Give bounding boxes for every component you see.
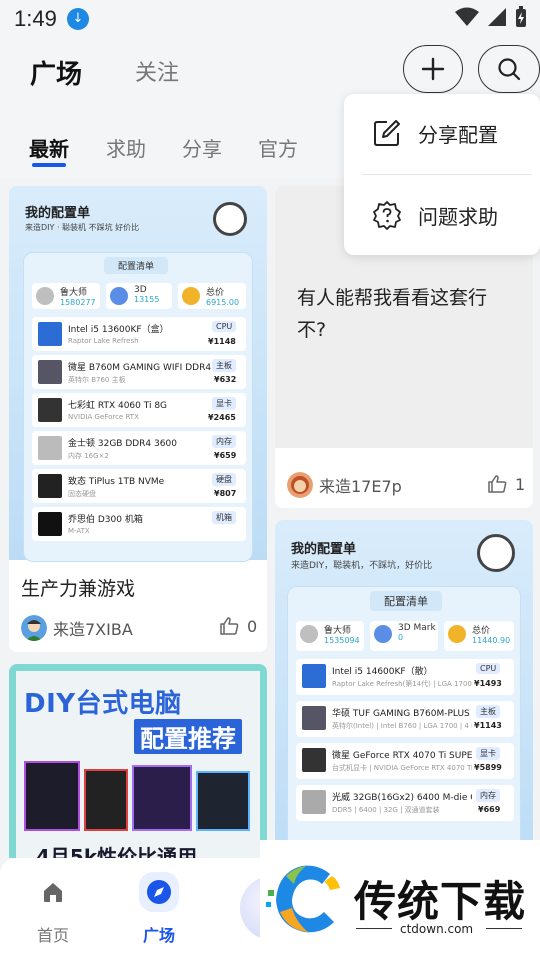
qr-code xyxy=(213,202,247,236)
config-panel: 配置清单 鲁大师 1580277 3D 13155 总价 6915.00 Intel … xyxy=(23,252,253,562)
tab-follow[interactable]: 关注 xyxy=(135,55,179,87)
poster-heading: 我的配置单 xyxy=(25,206,91,221)
poster-heading: 我的配置单 xyxy=(291,542,357,557)
thumbs-up-icon xyxy=(220,617,239,635)
config-row: 华硕 TUF GAMING B760M-PLUS II 重英特尔(Intel) … xyxy=(296,701,514,737)
config-row: 金士顿 32GB DDR4 3600 内存 16G×2 内存 ¥659 xyxy=(32,431,246,465)
status-time: 1:49 xyxy=(14,6,57,31)
watermark-text: 传统下载 xyxy=(354,877,527,926)
author-name: 来造17E7p xyxy=(319,477,402,496)
poster-subtitle: 来造DIY · 聪装机 不踩坑 好价比 xyxy=(25,223,140,232)
nav-square-label: 广场 xyxy=(142,926,175,945)
thumbs-up-icon xyxy=(488,475,507,493)
menu-divider xyxy=(362,174,532,175)
pc-cases-image xyxy=(24,761,254,831)
config-row: 微星 B760M GAMING WIFI DDR4 英特尔 B760 主板 主板 ¥6… xyxy=(32,355,246,389)
home-icon xyxy=(44,883,62,902)
watermark-logo xyxy=(266,865,340,933)
compass-icon xyxy=(147,880,171,904)
menu-item-share-config[interactable]: 分享配置 xyxy=(344,94,540,172)
avatar xyxy=(21,615,47,641)
category-tabs: 最新 求助 分享 官方 xyxy=(0,130,340,170)
page-title: 广场 xyxy=(30,60,83,90)
config-row: 致态 TiPlus 1TB NVMe 固态硬盘 硬盘 ¥807 xyxy=(32,469,246,503)
like-count: 0 xyxy=(247,616,258,636)
post-image: 我的配置单 来造DIY，聪装机，不踩坑，好价比 配置清单 鲁大师 1535094 … xyxy=(275,520,533,858)
config-row: 光威 32GB(16Gx2) 6400 M-die C32 RDDR5 | 64… xyxy=(296,785,514,821)
stat-total: 总价 11440.90 xyxy=(444,621,514,651)
search-icon xyxy=(498,58,521,81)
post-image: 我的配置单 来造DIY · 聪装机 不踩坑 好价比 配置清单 鲁大师 158027… xyxy=(9,186,267,562)
menu-item-label: 问题求助 xyxy=(418,204,498,229)
menu-item-ask-help[interactable]: 问题求助 xyxy=(344,176,540,254)
poster-line-2: 配置推荐 xyxy=(134,719,242,754)
panel-title: 配置清单 xyxy=(370,591,442,611)
stat-ludashi: 鲁大师 1535094 xyxy=(296,621,364,651)
config-row: 七彩虹 RTX 4060 Ti 8G NVIDIA GeForce RTX 显卡 ¥2… xyxy=(32,393,246,427)
download-icon: ↓ xyxy=(67,8,89,30)
like-button[interactable]: 1 xyxy=(487,474,525,494)
like-count: 1 xyxy=(515,474,526,494)
signal-icon xyxy=(488,8,506,26)
wifi-icon xyxy=(455,7,479,26)
post-title[interactable]: 有人能帮我看看这套行不? xyxy=(297,282,511,346)
stat-ludashi: 鲁大师 1580277 xyxy=(32,283,100,309)
nav-home-label: 首页 xyxy=(36,926,69,945)
edit-icon xyxy=(374,120,400,146)
tab-latest[interactable]: 最新 xyxy=(29,133,69,162)
config-row: 乔思伯 D300 机箱 M-ATX 机箱 xyxy=(32,507,246,541)
post-card[interactable]: 我的配置单 来造DIY，聪装机，不踩坑，好价比 配置清单 鲁大师 1535094 … xyxy=(275,520,533,858)
tab-help[interactable]: 求助 xyxy=(106,133,146,162)
post-feed[interactable]: 我的配置单 来造DIY · 聪装机 不踩坑 好价比 配置清单 鲁大师 158027… xyxy=(0,178,540,858)
post-card[interactable]: DIY台式电脑 配置推荐 4月5k性价比通用 xyxy=(9,664,267,858)
tab-official[interactable]: 官方 xyxy=(258,133,298,162)
author-name: 来造7XIBA xyxy=(53,620,133,639)
add-button[interactable] xyxy=(403,45,463,93)
post-card[interactable]: 我的配置单 来造DIY · 聪装机 不踩坑 好价比 配置清单 鲁大师 158027… xyxy=(9,186,267,652)
tab-share[interactable]: 分享 xyxy=(182,133,222,162)
panel-title: 配置清单 xyxy=(104,257,169,274)
nav-square[interactable]: 广场 xyxy=(119,872,199,946)
post-author[interactable]: 来造7XIBA xyxy=(21,615,133,641)
status-bar: 1:49 ↓ xyxy=(0,0,540,40)
status-icons xyxy=(454,6,528,28)
poster-line-3: 4月5k性价比通用 xyxy=(36,845,198,858)
nav-home[interactable]: 首页 xyxy=(13,872,93,946)
search-button[interactable] xyxy=(478,45,540,93)
watermark-url: ctdown.com xyxy=(400,922,474,936)
stat-3dmark: 3D Mark 0 xyxy=(370,621,438,651)
post-title[interactable]: 生产力兼游戏 xyxy=(21,574,135,601)
config-row: Intel i5 14600KF（散） Raptor Lake Refresh(第… xyxy=(296,659,514,695)
config-row: Intel i5 13600KF（盒） Raptor Lake Refresh CP… xyxy=(32,317,246,351)
plus-icon xyxy=(421,57,445,81)
menu-item-label: 分享配置 xyxy=(418,122,498,147)
poster-subtitle: 来造DIY，聪装机，不踩坑，好价比 xyxy=(291,561,433,571)
stat-3d: 3D 13155 xyxy=(106,283,172,309)
stat-total: 总价 6915.00 xyxy=(178,283,246,309)
help-badge-icon xyxy=(373,201,401,230)
post-image: DIY台式电脑 配置推荐 4月5k性价比通用 xyxy=(16,671,260,858)
config-panel: 配置清单 鲁大师 1535094 3D Mark 0 总价 11440.90 Inte… xyxy=(287,586,521,858)
post-author[interactable]: 来造17E7p xyxy=(287,472,402,498)
tab-indicator xyxy=(32,163,66,167)
watermark: 传统下载 ctdown.com xyxy=(260,840,540,960)
like-button[interactable]: 0 xyxy=(219,616,257,636)
avatar xyxy=(287,472,313,498)
poster-line-1: DIY台式电脑 xyxy=(24,689,182,719)
add-menu-popup: 分享配置 问题求助 xyxy=(344,94,540,255)
qr-code xyxy=(477,534,515,572)
battery-icon xyxy=(516,6,526,27)
config-row: 微星 GeForce RTX 4070 Ti SUPER 16G台式机显卡 | … xyxy=(296,743,514,779)
